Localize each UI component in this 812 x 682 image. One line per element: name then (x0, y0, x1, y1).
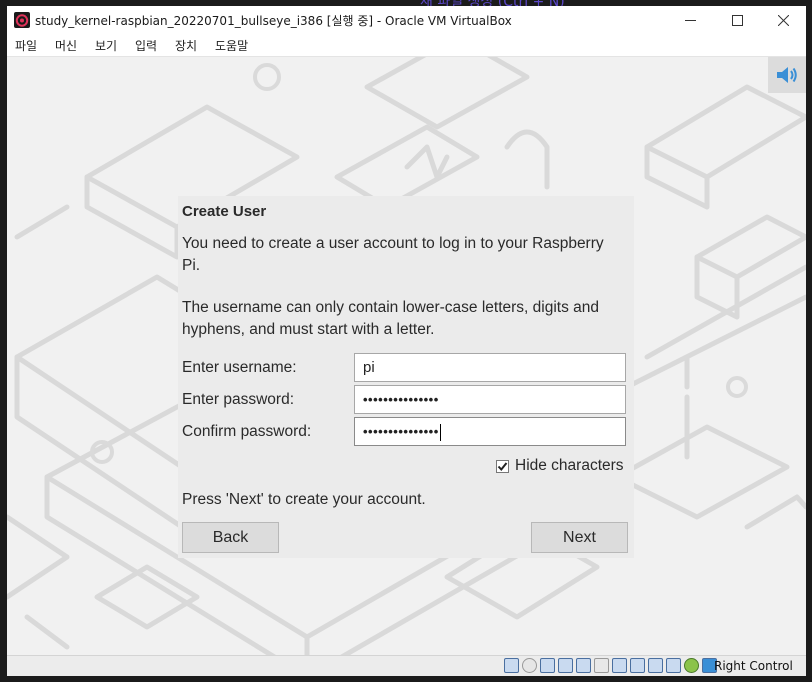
virtualbox-window: study_kernel-raspbian_20220701_bullseye_… (7, 6, 806, 676)
maximize-button[interactable] (715, 6, 759, 34)
create-user-dialog: Create User You need to create a user ac… (178, 196, 634, 558)
close-icon (777, 14, 789, 26)
confirm-password-label: Confirm password: (182, 423, 312, 440)
password-label: Enter password: (182, 391, 294, 408)
username-rules-text: The username can only contain lower-case… (182, 299, 599, 338)
minimize-button[interactable] (668, 6, 712, 34)
video-capture-icon[interactable] (630, 658, 645, 673)
menu-input[interactable]: 입력 (133, 37, 159, 54)
maximize-icon (731, 14, 743, 26)
host-key-label: Right Control (714, 659, 793, 673)
intro-text: You need to create a user account to log… (182, 235, 604, 274)
audio-indicator[interactable] (768, 57, 806, 93)
app-icon (14, 12, 30, 28)
status-icon-tray (504, 658, 717, 673)
menu-help[interactable]: 도움말 (213, 37, 250, 54)
press-next-instruction: Press 'Next' to create your account. (182, 491, 426, 508)
menu-bar: 파일 머신 보기 입력 장치 도움말 (7, 34, 806, 57)
menu-view[interactable]: 보기 (93, 37, 119, 54)
shared-folders-icon[interactable] (594, 658, 609, 673)
menu-file[interactable]: 파일 (13, 37, 39, 54)
dialog-title: Create User (182, 203, 267, 220)
audio-icon[interactable] (540, 658, 555, 673)
hard-disk-icon[interactable] (504, 658, 519, 673)
menu-machine[interactable]: 머신 (53, 37, 79, 54)
checkmark-icon (497, 461, 508, 471)
status-bar: Right Control (7, 655, 806, 676)
network-icon[interactable] (558, 658, 573, 673)
vm-settings-icon[interactable] (648, 658, 663, 673)
password-input[interactable]: ••••••••••••••• (354, 385, 626, 414)
close-button[interactable] (761, 6, 805, 34)
minimize-icon (684, 19, 696, 21)
next-button[interactable]: Next (531, 522, 628, 553)
menu-devices[interactable]: 장치 (173, 37, 199, 54)
optical-drive-icon[interactable] (522, 658, 537, 673)
window-title: study_kernel-raspbian_20220701_bullseye_… (35, 14, 512, 28)
usb-icon[interactable] (576, 658, 591, 673)
hide-characters-option[interactable]: Hide characters (496, 457, 624, 475)
speaker-icon (777, 67, 797, 83)
hide-characters-label: Hide characters (515, 457, 624, 474)
text-caret (439, 424, 441, 442)
username-input[interactable]: pi (354, 353, 626, 382)
username-label: Enter username: (182, 359, 297, 376)
display-icon[interactable] (612, 658, 627, 673)
confirm-password-value: ••••••••••••••• (363, 424, 439, 439)
confirm-password-input[interactable]: ••••••••••••••• (354, 417, 626, 446)
title-bar[interactable]: study_kernel-raspbian_20220701_bullseye_… (7, 6, 806, 34)
hide-characters-checkbox[interactable] (496, 459, 509, 473)
mouse-integration-icon[interactable] (684, 658, 699, 673)
guest-display[interactable]: Create User You need to create a user ac… (7, 57, 806, 655)
back-button[interactable]: Back (182, 522, 279, 553)
cpu-icon[interactable] (666, 658, 681, 673)
